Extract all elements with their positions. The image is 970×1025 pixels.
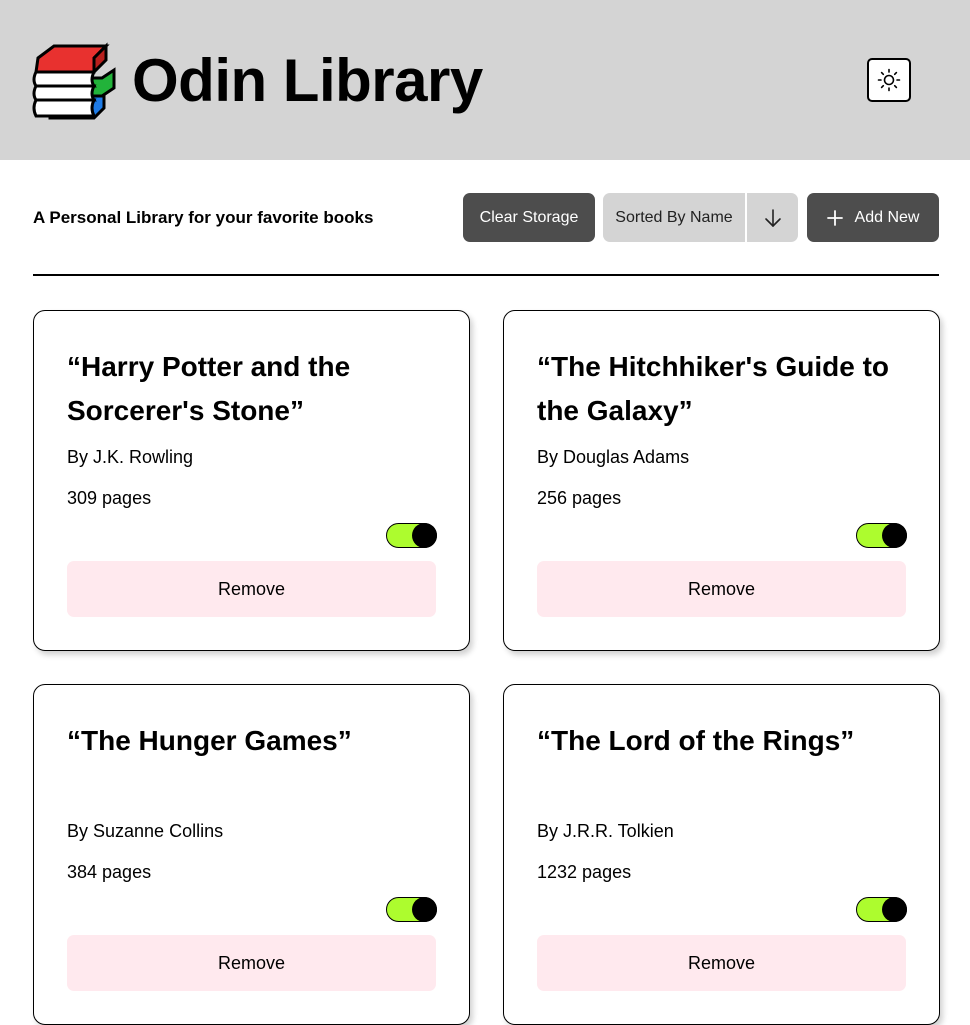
book-pages: 309 pages: [67, 488, 152, 508]
sort-direction-button[interactable]: [747, 193, 798, 242]
app-header: Odin Library: [0, 0, 970, 160]
toggle-knob: [882, 897, 907, 922]
book-title: “The Lord of the Rings”: [537, 725, 855, 756]
read-status-toggle[interactable]: [386, 897, 437, 922]
toggle-knob: [882, 523, 907, 548]
book-card: “Harry Potter and the Sorcerer's Stone” …: [33, 310, 470, 651]
clear-storage-button[interactable]: Clear Storage: [463, 193, 595, 242]
book-card: “The Hitchhiker's Guide to the Galaxy” B…: [503, 310, 940, 651]
remove-button[interactable]: Remove: [67, 935, 436, 991]
book-title: “The Hunger Games”: [67, 725, 352, 756]
read-status-toggle[interactable]: [856, 523, 907, 548]
book-author: By J.R.R. Tolkien: [537, 821, 674, 841]
remove-button[interactable]: Remove: [67, 561, 436, 617]
book-title: “Harry Potter and the Sorcerer's Stone”: [67, 351, 351, 426]
toggle-knob: [412, 897, 437, 922]
book-author: By Douglas Adams: [537, 447, 690, 467]
sort-control: Sorted By Name: [603, 193, 798, 242]
add-new-button[interactable]: Add New: [807, 193, 939, 242]
remove-button[interactable]: Remove: [537, 561, 906, 617]
plus-icon: [826, 209, 843, 226]
arrow-down-icon: [764, 208, 781, 227]
sun-icon: [877, 68, 901, 92]
read-status-toggle[interactable]: [386, 523, 437, 548]
book-pages: 384 pages: [67, 862, 152, 882]
remove-button[interactable]: Remove: [537, 935, 906, 991]
toggle-knob: [412, 523, 437, 548]
book-author: By J.K. Rowling: [67, 447, 194, 467]
book-card: “The Hunger Games” By Suzanne Collins 38…: [33, 684, 470, 1025]
books-stack-icon: [32, 42, 116, 120]
sort-by-button[interactable]: Sorted By Name: [603, 193, 747, 242]
app-title: Odin Library: [132, 47, 483, 114]
book-card: “The Lord of the Rings” By J.R.R. Tolkie…: [503, 684, 940, 1025]
book-pages: 1232 pages: [537, 862, 632, 882]
add-new-label: Add New: [854, 209, 920, 226]
book-title: “The Hitchhiker's Guide to the Galaxy”: [537, 351, 890, 426]
book-author: By Suzanne Collins: [67, 821, 224, 841]
theme-toggle-button[interactable]: [867, 58, 911, 102]
read-status-toggle[interactable]: [856, 897, 907, 922]
tagline: A Personal Library for your favorite boo…: [33, 208, 374, 227]
book-pages: 256 pages: [537, 488, 622, 508]
divider: [33, 274, 939, 276]
